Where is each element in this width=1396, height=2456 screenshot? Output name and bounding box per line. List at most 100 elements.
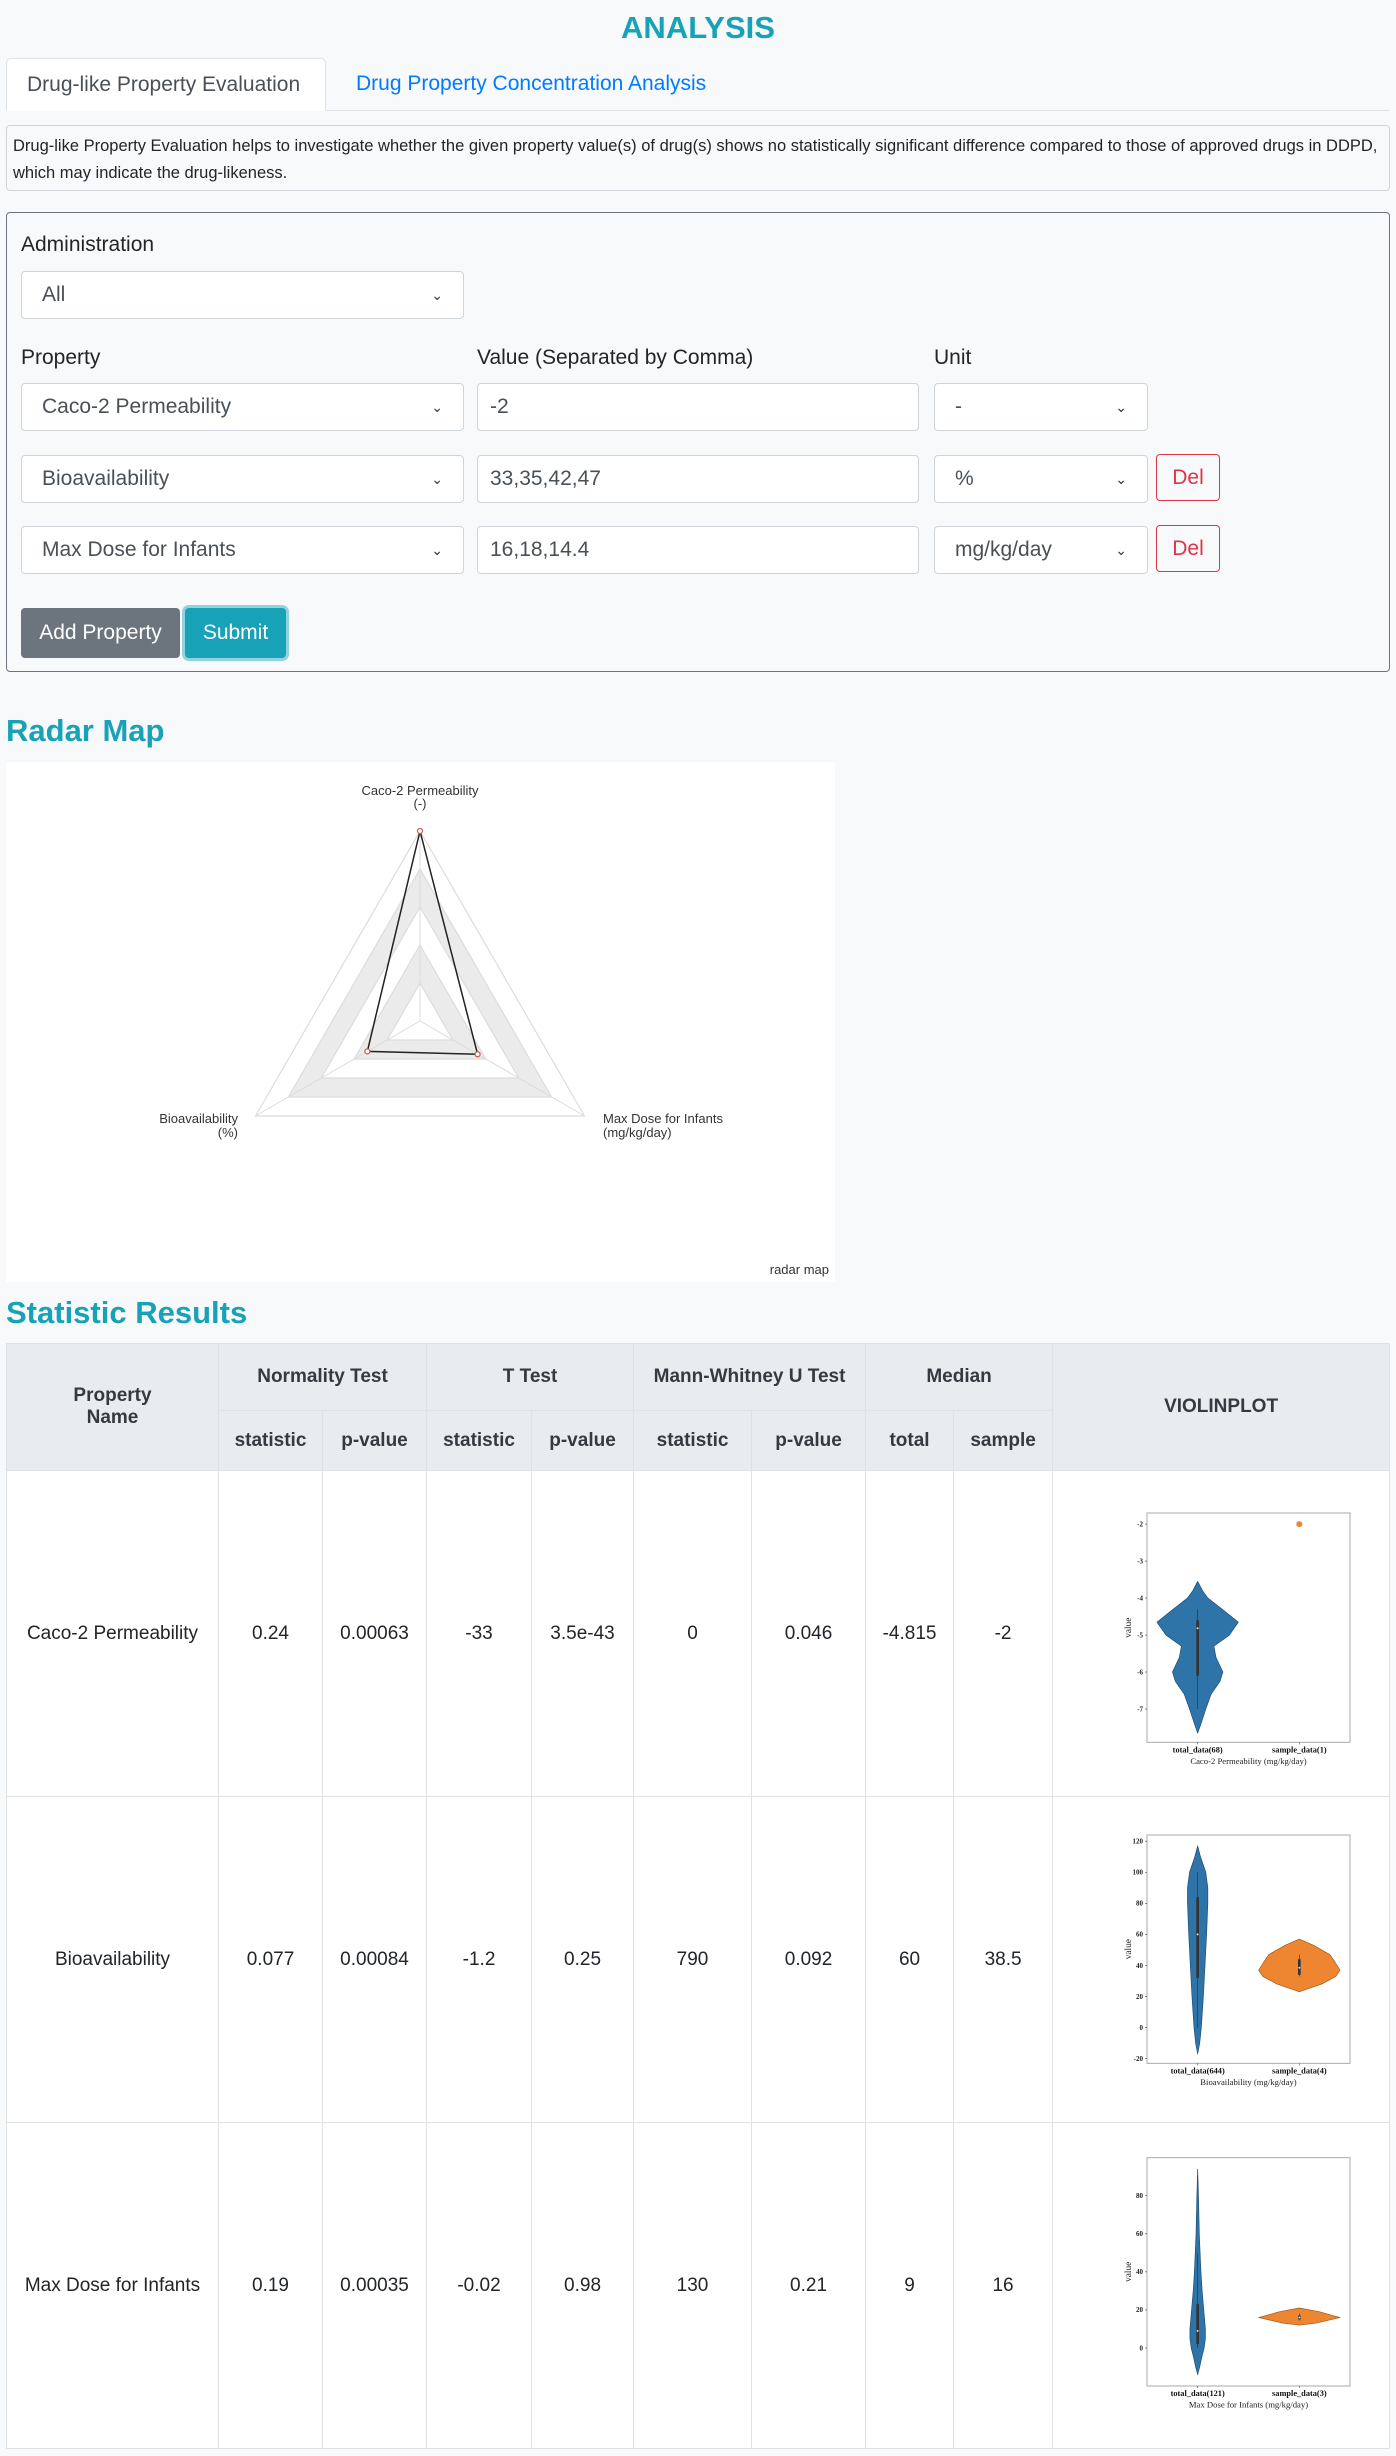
- property-form: Administration All ⌄ Property Value (Sepa…: [6, 212, 1390, 672]
- administration-value: All: [42, 283, 66, 306]
- header-total: total: [865, 1410, 955, 1471]
- violin-median-marker: [1298, 1966, 1301, 1969]
- property-select[interactable]: Max Dose for Infants ⌄: [21, 526, 464, 574]
- x-category-label: total_data(68): [1173, 1745, 1223, 1754]
- property-value: Max Dose for Infants: [42, 538, 236, 561]
- cell-norm-p: 0.00084: [321, 1796, 428, 2123]
- y-tick-label: 80: [1136, 1899, 1144, 1907]
- cell-med-sample: 38.5: [953, 1796, 1054, 2123]
- header-p-value: p-value: [751, 1410, 867, 1471]
- value-input[interactable]: -2: [477, 383, 919, 431]
- header-violinplot: VIOLINPLOT: [1052, 1343, 1391, 1471]
- cell-med-sample: 16: [953, 2122, 1054, 2449]
- table-row: Max Dose for Infants 0.19 0.00035 -0.02 0.98…: [6, 2122, 1391, 2449]
- violin-quartile-box: [1196, 1896, 1200, 1978]
- property-select[interactable]: Caco-2 Permeability ⌄: [21, 383, 464, 431]
- radar-axis-unit: (%): [218, 1125, 238, 1140]
- violin-plot: 120 100 80 60 40 20 0 -20 total_data(644) sample_…: [1124, 1834, 1351, 2087]
- radar-axis-label: Max Dose for Infants: [603, 1111, 723, 1126]
- y-tick-label: 60: [1136, 1930, 1144, 1938]
- cell-t-stat: -1.2: [426, 1796, 533, 2123]
- violin-median-marker: [1196, 1626, 1199, 1629]
- submit-button[interactable]: Submit: [185, 608, 286, 658]
- x-category-label: sample_data(4): [1272, 2066, 1327, 2075]
- unit-select[interactable]: mg/kg/day ⌄: [934, 526, 1148, 574]
- unit-value: mg/kg/day: [955, 538, 1052, 561]
- delete-row-button[interactable]: Del: [1156, 525, 1220, 572]
- cell-mw-stat: 0: [633, 1470, 753, 1797]
- cell-name: Max Dose for Infants: [6, 2122, 219, 2449]
- header-median: Median: [865, 1343, 1054, 1411]
- violin-plot: 80 60 40 20 0 total_data(121) sample_data(3)Ma…: [1124, 2156, 1351, 2409]
- cell-t-stat: -0.02: [426, 2122, 533, 2449]
- y-tick-label: 20: [1136, 2306, 1144, 2314]
- radar-map-heading: Radar Map: [6, 713, 165, 748]
- statistic-results-heading: Statistic Results: [6, 1295, 248, 1330]
- property-select[interactable]: Bioavailability ⌄: [21, 455, 464, 503]
- plot-frame: [1146, 2156, 1351, 2386]
- tab-drug-property-concentration-analysis[interactable]: Drug Property Concentration Analysis: [336, 58, 726, 111]
- header-t-test: T Test: [426, 1343, 635, 1411]
- chevron-down-icon: ⌄: [1115, 470, 1127, 487]
- cell-name: Bioavailability: [6, 1796, 219, 2123]
- radar-data-point: [364, 1048, 371, 1055]
- unit-select[interactable]: - ⌄: [934, 383, 1148, 431]
- y-tick-label: -6: [1137, 1668, 1143, 1676]
- cell-norm-stat: 0.077: [218, 1796, 323, 2123]
- x-category-label: total_data(121): [1171, 2389, 1225, 2398]
- header-property-name: Property Name: [6, 1343, 219, 1471]
- sample-point: [1296, 1520, 1303, 1527]
- y-tick-label: 60: [1136, 2230, 1144, 2238]
- cell-med-total: -4.815: [865, 1470, 955, 1797]
- administration-select[interactable]: All ⌄: [21, 271, 464, 319]
- header-p-value: p-value: [321, 1410, 428, 1471]
- violin-plot-cell: 120 100 80 60 40 20 0 -20 total_data(644) sample_…: [1052, 1796, 1391, 2123]
- cell-t-p: 0.25: [531, 1796, 635, 2123]
- cell-t-p: 3.5e-43: [531, 1470, 635, 1797]
- value-label: Value (Separated by Comma): [477, 346, 754, 369]
- cell-t-p: 0.98: [531, 2122, 635, 2449]
- header-statistic: statistic: [633, 1410, 753, 1471]
- header-property-line1: Property: [73, 1385, 152, 1406]
- radar-caption: radar map: [770, 1262, 829, 1277]
- chevron-down-icon: ⌄: [431, 398, 443, 415]
- x-axis-label: Bioavailability (mg/kg/day): [1200, 2077, 1297, 2087]
- x-category-label: sample_data(3): [1272, 2389, 1327, 2398]
- value-input[interactable]: 16,18,14.4: [477, 526, 919, 574]
- y-tick-label: 0: [1140, 2023, 1144, 2031]
- chevron-down-icon: ⌄: [431, 286, 443, 303]
- unit-label: Unit: [934, 346, 972, 369]
- y-tick-label: 20: [1136, 1992, 1144, 2000]
- unit-select[interactable]: % ⌄: [934, 455, 1148, 503]
- y-tick-label: -2: [1137, 1520, 1143, 1528]
- property-value: Bioavailability: [42, 467, 170, 490]
- radar-svg: Caco-2 Permeability(-)Max Dose for Infan…: [159, 783, 829, 1277]
- delete-row-button[interactable]: Del: [1156, 454, 1220, 501]
- tab-drug-like-property-evaluation[interactable]: Drug-like Property Evaluation: [6, 58, 326, 111]
- statistic-results-table: Property Name Normality Test T Test Mann-…: [6, 1343, 1391, 2449]
- description-box: Drug-like Property Evaluation helps to i…: [6, 125, 1390, 191]
- violin-quartile-box: [1196, 2303, 1200, 2344]
- header-property-line2: Name: [86, 1407, 139, 1428]
- x-category-label: sample_data(1): [1272, 1745, 1327, 1754]
- y-tick-label: 40: [1136, 1961, 1144, 1969]
- property-value: Caco-2 Permeability: [42, 395, 232, 418]
- y-tick-label: -3: [1137, 1557, 1143, 1565]
- administration-label: Administration: [21, 233, 155, 256]
- cell-t-stat: -33: [426, 1470, 533, 1797]
- add-property-button[interactable]: Add Property: [21, 608, 180, 658]
- cell-norm-stat: 0.19: [218, 2122, 323, 2449]
- y-tick-label: 100: [1133, 1868, 1144, 1876]
- cell-med-sample: -2: [953, 1470, 1054, 1797]
- cell-med-total: 9: [865, 2122, 955, 2449]
- x-category-label: total_data(644): [1171, 2066, 1225, 2075]
- value-input[interactable]: 33,35,42,47: [477, 455, 919, 503]
- header-normality-test: Normality Test: [217, 1343, 428, 1411]
- cell-norm-p: 0.00063: [321, 1470, 428, 1797]
- header-mann-whitney: Mann-Whitney U Test: [633, 1343, 867, 1411]
- y-tick-label: 0: [1140, 2344, 1144, 2352]
- radar-data-point: [416, 827, 424, 835]
- tab-bar: Drug-like Property Evaluation Drug Prope…: [6, 58, 1390, 111]
- x-axis-label: Caco-2 Permeability (mg/kg/day): [1190, 1756, 1306, 1766]
- header-statistic: statistic: [218, 1410, 323, 1471]
